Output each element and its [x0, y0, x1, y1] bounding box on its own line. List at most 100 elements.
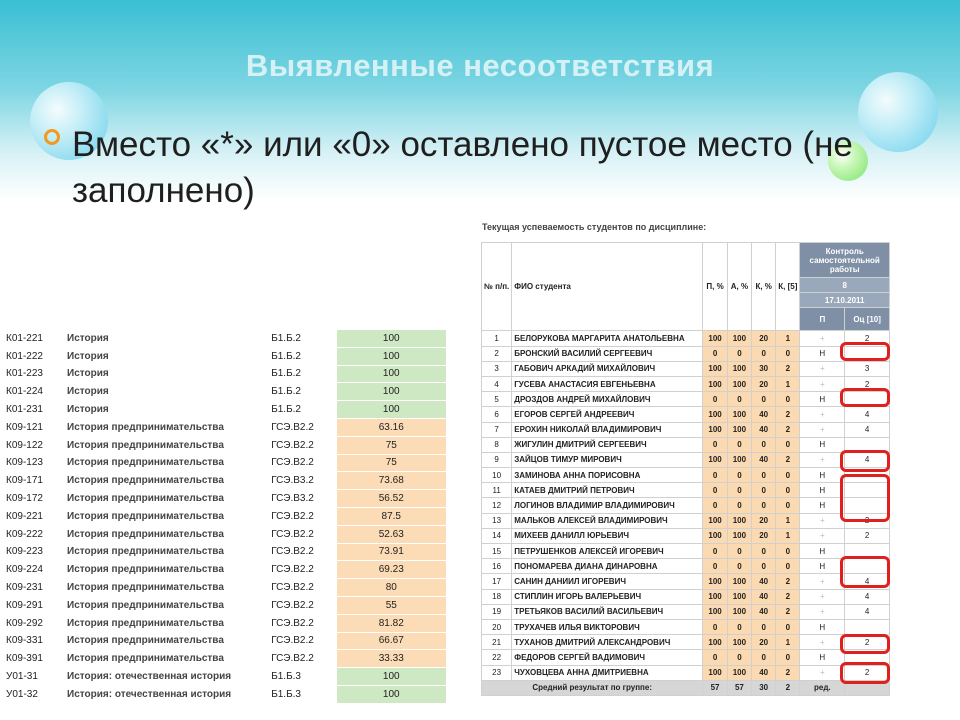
control-mark: Н	[799, 618, 846, 636]
value-k5: 2	[775, 451, 801, 469]
student-name: ФЕДОРОВ СЕРГЕЙ ВАДИМОВИЧ	[511, 649, 704, 666]
value-p: 100	[702, 406, 728, 423]
footer-a: 57	[726, 679, 753, 696]
row-num: 7	[480, 421, 513, 438]
empty-cell-highlight	[840, 342, 890, 361]
value-a: 0	[726, 497, 753, 514]
table-row: 16 ПОНОМАРЕВА ДИАНА ДИНАРОВНА 0 0 0 0 Н	[480, 558, 890, 575]
value-a: 100	[726, 360, 753, 377]
row-num: 13	[480, 512, 513, 529]
student-name: ЛОГИНОВ ВЛАДИМИР ВЛАДИМИРОВИЧ	[511, 497, 704, 514]
group-code: К09-221	[4, 507, 66, 526]
discipline-index: ГСЭ.В2.2	[269, 418, 337, 437]
value-p: 0	[702, 467, 728, 484]
value-a: 0	[726, 345, 753, 362]
control-mark: +	[799, 588, 846, 605]
student-name: ЖИГУЛИН ДМИТРИЙ СЕРГЕЕВИЧ	[511, 436, 704, 453]
group-code: К01-224	[4, 382, 66, 402]
value-p: 100	[702, 421, 728, 438]
discipline-name: История предпринимательства	[65, 649, 270, 669]
discipline-name: История предпринимательства	[65, 578, 270, 597]
value-k5: 0	[775, 497, 801, 514]
value-k5: 0	[775, 467, 801, 484]
value-p: 0	[702, 482, 728, 499]
value-k: 40	[751, 573, 777, 590]
discipline-index: ГСЭ.В2.2	[269, 578, 337, 597]
group-code: У01-32	[4, 685, 66, 704]
discipline-name: История	[65, 365, 270, 384]
control-mark: +	[799, 527, 846, 545]
table-row: 13 МАЛЬКОВ АЛЕКСЕЙ ВЛАДИМИРОВИЧ 100 100 20 1 +…	[480, 512, 890, 529]
discipline-name: История	[65, 330, 270, 348]
value-k5: 2	[775, 588, 801, 605]
table-row: К09-222 История предпринимательства ГСЭ.В2…	[4, 525, 446, 544]
value-k5: 0	[775, 436, 801, 453]
table-row: К09-224 История предпринимательства ГСЭ.В2…	[4, 560, 446, 580]
table-row: К09-123 История предпринимательства ГСЭ.В2…	[4, 454, 446, 473]
result-value: 55	[336, 596, 446, 615]
discipline-index: Б1.Б.2	[269, 330, 337, 348]
value-p: 100	[702, 330, 728, 347]
table-row: 23 ЧУХОВЦЕВА АННА ДМИТРИЕВНА 100 100 40 2 +2	[480, 664, 890, 681]
table-row: К09-231 История предпринимательства ГСЭ.В2…	[4, 578, 446, 597]
value-a: 100	[726, 451, 753, 469]
table-row: 8 ЖИГУЛИН ДМИТРИЙ СЕРГЕЕВИЧ 0 0 0 0 Н	[480, 436, 890, 453]
student-name: ЕГОРОВ СЕРГЕЙ АНДРЕЕВИЧ	[511, 406, 704, 423]
discipline-name: История предпринимательства	[65, 436, 270, 455]
table-row: 15 ПЕТРУШЕНКОВ АЛЕКСЕЙ ИГОРЕВИЧ 0 0 0 0 Н	[480, 542, 890, 560]
table-row: 9 ЗАЙЦОВ ТИМУР МИРОВИЧ 100 100 40 2 +4	[480, 451, 890, 469]
control-grade: 3	[844, 360, 890, 377]
value-a: 0	[726, 558, 753, 575]
control-grade: 4	[844, 603, 890, 620]
control-mark: +	[799, 664, 846, 681]
header-control-date: 17.10.2011	[799, 292, 890, 309]
value-k: 40	[751, 421, 777, 438]
student-name: ЕРОХИН НИКОЛАЙ ВЛАДИМИРОВИЧ	[511, 421, 704, 438]
row-num: 3	[480, 360, 513, 377]
value-p: 100	[702, 527, 728, 545]
group-code: К09-331	[4, 632, 66, 651]
discipline-name: История предпринимательства	[65, 632, 270, 651]
discipline-name: История предпринимательства	[65, 525, 270, 544]
value-k5: 0	[775, 649, 801, 666]
value-a: 0	[726, 467, 753, 484]
control-mark: +	[799, 634, 846, 651]
control-grade: 2	[844, 527, 890, 545]
header-control: Контроль самостоятельной работы	[799, 242, 890, 278]
student-name: ДРОЗДОВ АНДРЕЙ МИХАЙЛОВИЧ	[511, 391, 704, 408]
result-value: 52.63	[336, 525, 446, 544]
row-num: 12	[480, 497, 513, 514]
value-k5: 1	[775, 330, 801, 347]
discipline-index: ГСЭ.В2.2	[269, 543, 337, 562]
value-k: 0	[751, 558, 777, 575]
control-mark: Н	[799, 436, 846, 453]
value-p: 100	[702, 588, 728, 605]
value-k: 0	[751, 649, 777, 666]
empty-cell-highlight	[840, 388, 890, 407]
discipline-index: ГСЭ.В2.2	[269, 614, 337, 633]
control-mark: Н	[799, 497, 846, 514]
group-code: К09-222	[4, 525, 66, 544]
value-a: 0	[726, 618, 753, 636]
empty-cell-highlight	[840, 634, 890, 654]
result-value: 33.33	[336, 649, 446, 669]
result-value: 100	[336, 667, 446, 686]
value-k5: 1	[775, 512, 801, 529]
row-num: 19	[480, 603, 513, 620]
discipline-index: ГСЭ.В2.2	[269, 649, 337, 669]
control-mark: +	[799, 375, 846, 393]
discipline-name: История предпринимательства	[65, 596, 270, 615]
discipline-index: ГСЭ.В2.2	[269, 507, 337, 526]
table-row: К01-222 История Б1.Б.2 100	[4, 347, 446, 366]
result-value: 87.5	[336, 507, 446, 526]
table-row: К09-171 История предпринимательства ГСЭ.В3…	[4, 471, 446, 491]
value-k: 20	[751, 330, 777, 347]
value-a: 0	[726, 482, 753, 499]
result-value: 81.82	[336, 614, 446, 633]
value-k: 0	[751, 436, 777, 453]
value-p: 100	[702, 664, 728, 681]
table-row: К09-172 История предпринимательства ГСЭ.В3…	[4, 489, 446, 508]
result-value: 80	[336, 578, 446, 597]
table-row: 21 ТУХАНОВ ДМИТРИЙ АЛЕКСАНДРОВИЧ 100 100 20 1…	[480, 634, 890, 651]
value-k: 40	[751, 451, 777, 469]
